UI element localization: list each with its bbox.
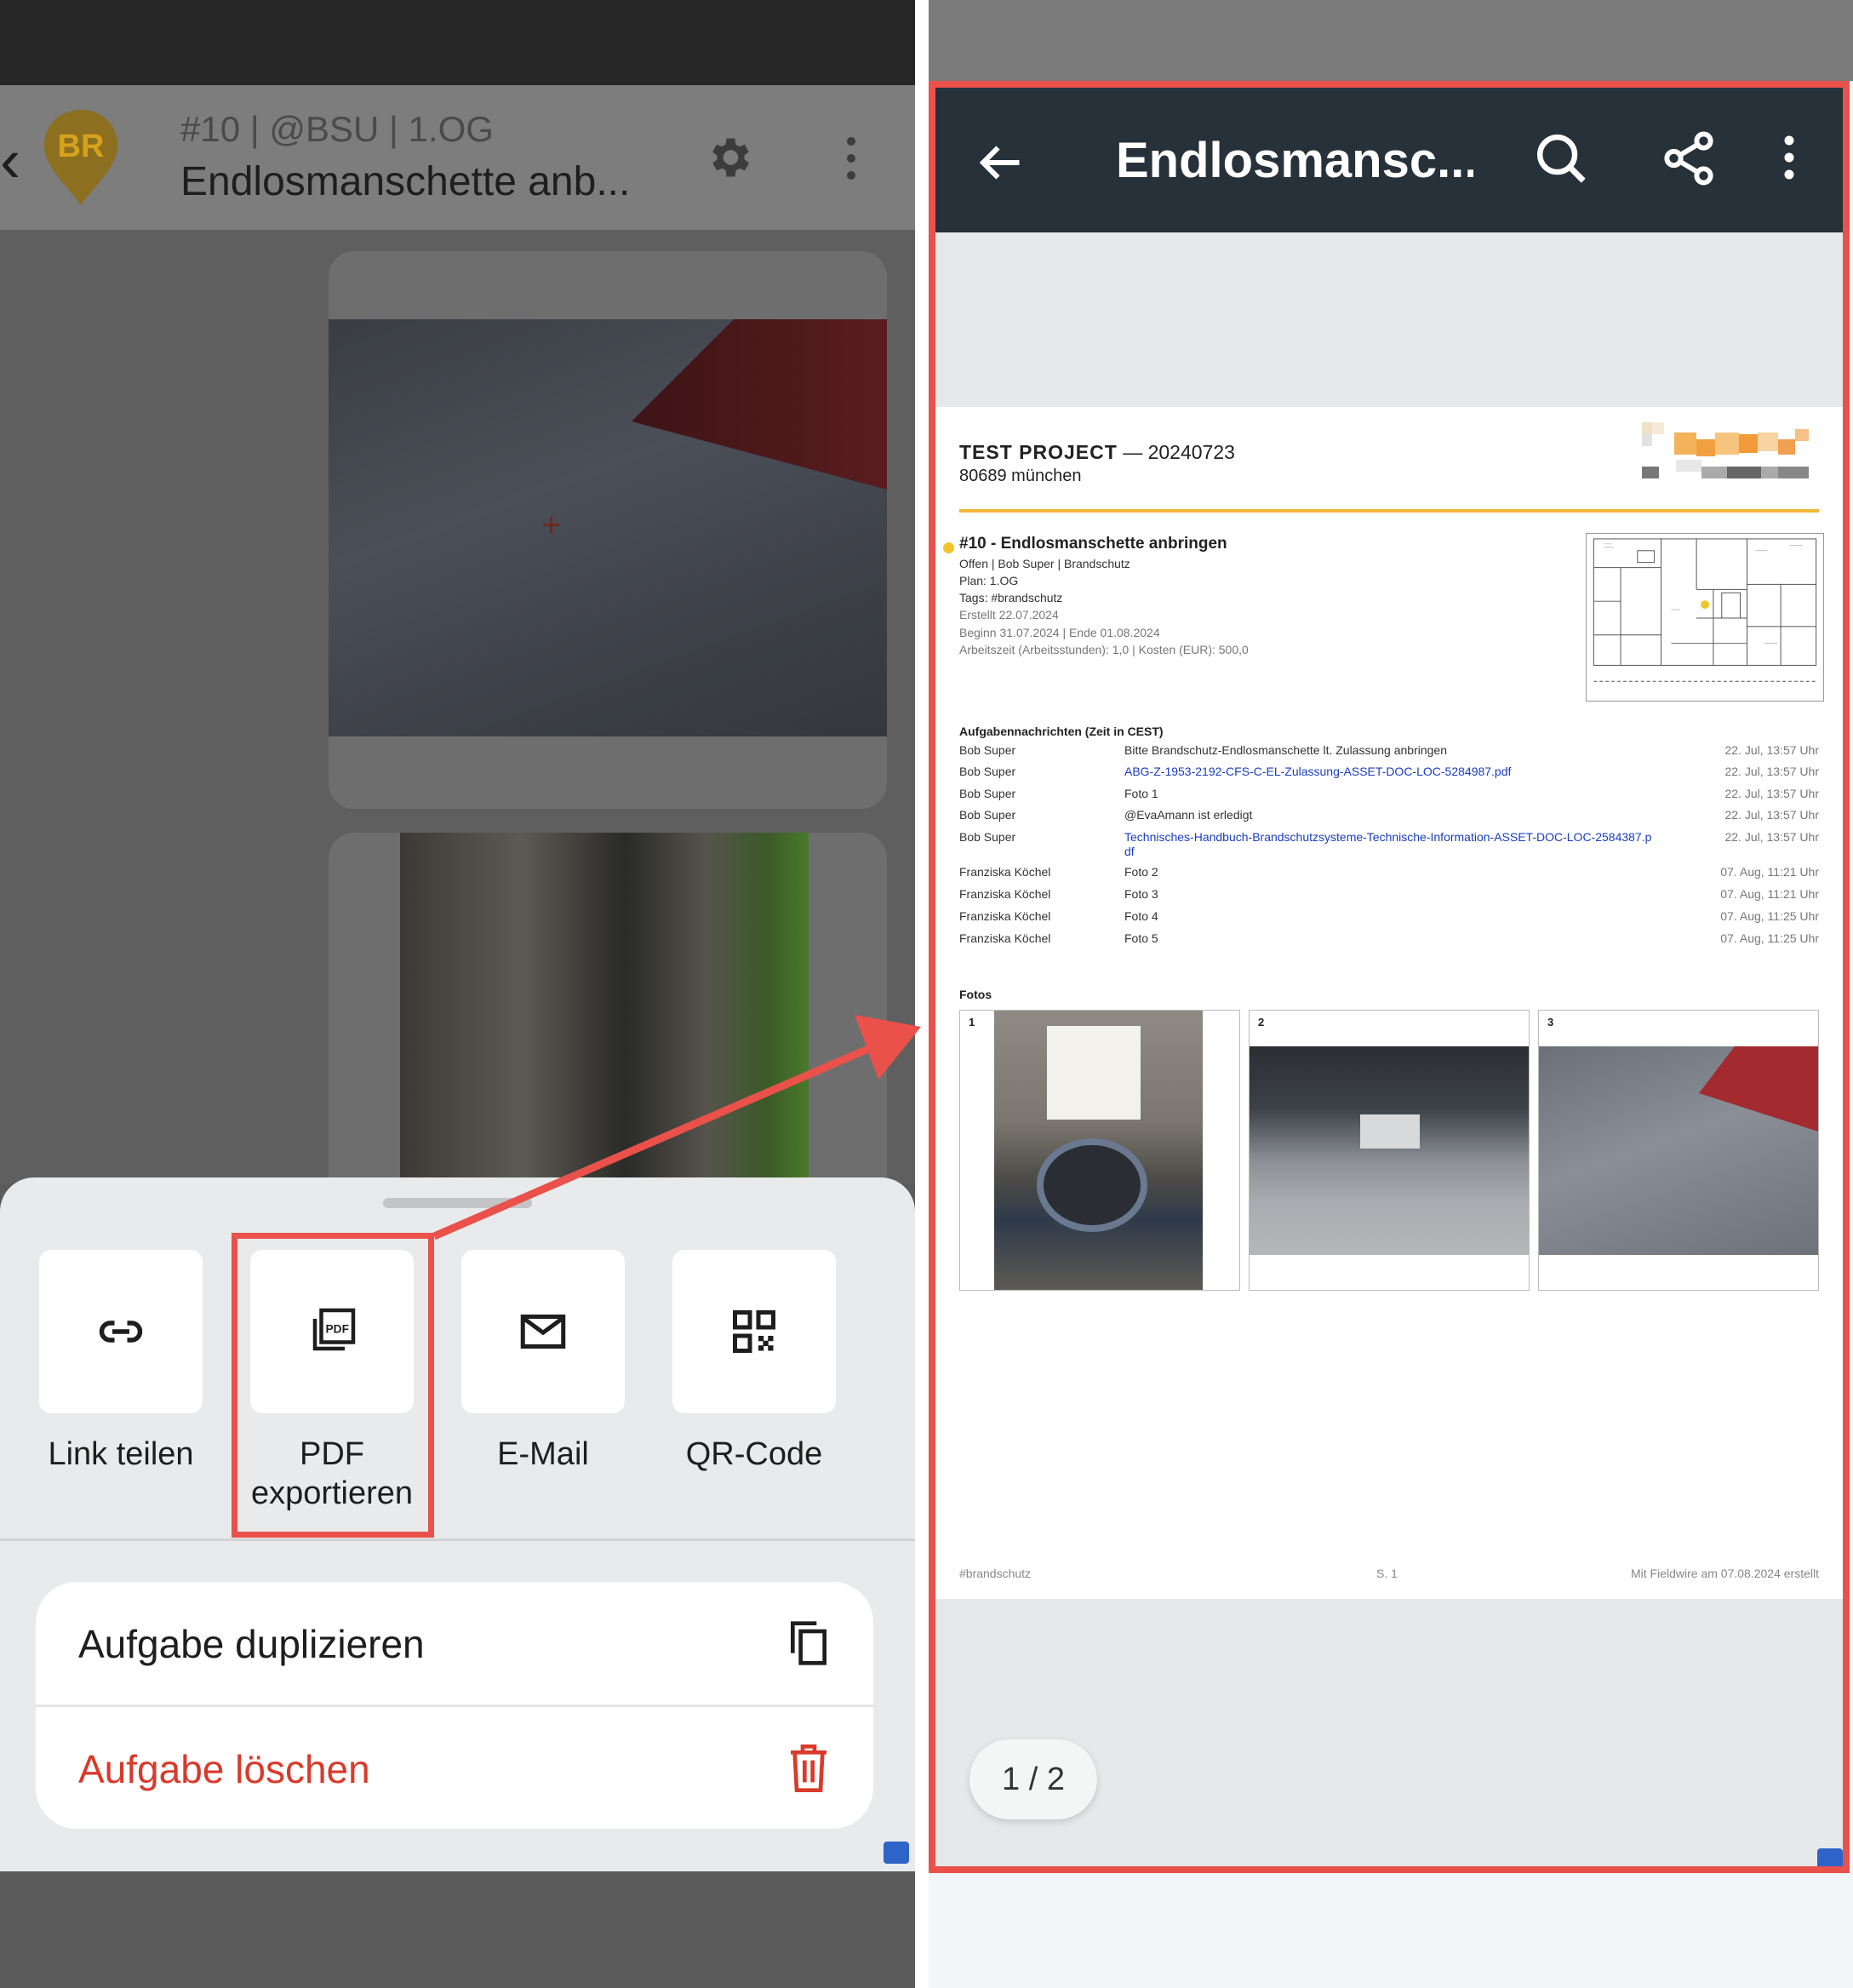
share-link-label: Link teilen [48, 1436, 194, 1472]
task-subtitle: #10 | @BSU | 1.OG [180, 109, 494, 149]
qr-code-button[interactable] [672, 1250, 836, 1413]
company-logo [1642, 422, 1809, 478]
message-row: Bob Super Foto 1 22. Jul, 13:57 Uhr [959, 787, 1819, 800]
task-meta-plan: Plan: 1.OG [959, 574, 1019, 587]
message-row: Bob Super Technisches-Handbuch-Brandschu… [959, 830, 1819, 859]
qr-code-label: QR-Code [685, 1436, 823, 1472]
project-name: TEST PROJECT [959, 441, 1118, 463]
project-city: 80689 münchen [959, 467, 1082, 485]
left-phone-screen: ‹ BR #10 | @BSU | 1.OG Endlosmanschette … [0, 0, 915, 1988]
ceiling-photo [1250, 1046, 1529, 1255]
task-actions-list: Aufgabe duplizieren Aufgabe löschen [36, 1582, 873, 1829]
footer-created-note: Mit Fieldwire am 07.08.2024 erstellt [1631, 1567, 1819, 1580]
header-rule [959, 509, 1819, 513]
task-meta-dates: Beginn 31.07.2024 | Ende 01.08.2024 [959, 626, 1160, 639]
more-vert-icon[interactable] [843, 135, 860, 182]
duplicate-task-button[interactable]: Aufgabe duplizieren [36, 1582, 873, 1704]
message-photo-card[interactable] [329, 833, 887, 1190]
pdf-page: TEST PROJECT — 20240723 80689 münchen #1… [935, 407, 1843, 1599]
sheet-drag-handle[interactable] [383, 1198, 532, 1208]
project-header: TEST PROJECT — 20240723 [959, 441, 1235, 464]
avatar: BR [41, 106, 121, 209]
bottom-bar [0, 1871, 915, 1988]
back-arrow-icon[interactable] [973, 137, 1027, 188]
concrete-floor-photo [1539, 1046, 1818, 1255]
share-bottom-sheet: Link teilen PDF PDF exportieren E-Mail Q… [0, 1177, 915, 1871]
message-row: Franziska Köchel Foto 5 07. Aug, 11:25 U… [959, 931, 1819, 945]
delete-task-label: Aufgabe löschen [78, 1747, 370, 1791]
message-row: Bob Super ABG-Z-1953-2192-CFS-C-EL-Zulas… [959, 765, 1819, 778]
share-icon[interactable] [1659, 129, 1719, 188]
pdf-viewer-toolbar: Endlosmansc... [935, 88, 1843, 232]
screen-divider [915, 0, 929, 1988]
task-meta-status: Offen | Bob Super | Brandschutz [959, 557, 1130, 570]
status-dot [943, 542, 954, 553]
message-row: Bob Super Bitte Brandschutz-Endlosmansch… [959, 743, 1819, 757]
attachment-link[interactable]: ABG-Z-1953-2192-CFS-C-EL-Zulassung-ASSET… [1124, 765, 1652, 778]
task-title: Endlosmanschette anb... [180, 159, 631, 204]
task-meta-tags: Tags: #brandschutz [959, 591, 1063, 604]
status-bar [0, 0, 915, 85]
message-row: Bob Super @EvaAmann ist erledigt 22. Jul… [959, 808, 1819, 822]
photo-tile: 2 [1249, 1010, 1530, 1291]
footer-page-number: S. 1 [1376, 1567, 1398, 1580]
share-link-button[interactable] [39, 1250, 203, 1413]
email-button[interactable] [461, 1250, 625, 1413]
attachment-link[interactable]: Technisches-Handbuch-Brandschutzsysteme-… [1124, 830, 1652, 859]
avatar-initials: BR [57, 129, 105, 164]
sheet-divider [0, 1538, 915, 1541]
search-icon[interactable] [1531, 129, 1591, 188]
briefcase-icon [884, 1842, 909, 1864]
messages-heading: Aufgabennachrichten (Zeit in CEST) [959, 725, 1164, 738]
photos-heading: Fotos [959, 988, 992, 1001]
concrete-floor-photo: + [329, 319, 887, 736]
page-indicator: 1 / 2 [969, 1739, 1097, 1819]
message-row: Franziska Köchel Foto 4 07. Aug, 11:25 U… [959, 909, 1819, 923]
photo-tile: 1 [959, 1010, 1240, 1291]
floor-plan-thumbnail [1586, 533, 1824, 702]
message-photo-card[interactable]: + [329, 251, 887, 809]
qr-code-icon [733, 1310, 775, 1353]
more-vert-icon[interactable] [1781, 132, 1798, 183]
task-meta-created: Erstellt 22.07.2024 [959, 608, 1059, 622]
back-chevron-icon[interactable]: ‹ [0, 126, 20, 196]
project-date: — 20240723 [1117, 441, 1235, 463]
trash-icon [791, 1745, 826, 1792]
mail-icon [520, 1315, 566, 1349]
copy-icon [791, 1621, 826, 1665]
task-meta-effort: Arbeitszeit (Arbeitsstunden): 1,0 | Kost… [959, 643, 1249, 656]
message-row: Franziska Köchel Foto 3 07. Aug, 11:21 U… [959, 887, 1819, 901]
duplicate-task-label: Aufgabe duplizieren [78, 1622, 425, 1666]
email-label: E-Mail [497, 1436, 589, 1472]
pdf-preview-highlight: Endlosmansc... TEST PROJECT — 20240723 8… [929, 81, 1850, 1873]
link-icon [99, 1321, 143, 1343]
photo-tile: 3 [1538, 1010, 1819, 1291]
wall-opening-photo [400, 833, 809, 1190]
right-phone-screen: Endlosmansc... TEST PROJECT — 20240723 8… [929, 0, 1853, 1988]
task-heading: #10 - Endlosmanschette anbringen [959, 535, 1227, 553]
delete-task-button[interactable]: Aufgabe löschen [36, 1707, 873, 1829]
gear-icon[interactable] [703, 132, 754, 183]
task-app-bar: ‹ [0, 85, 915, 230]
status-bar [929, 0, 1853, 81]
pdf-export-highlight [232, 1233, 434, 1538]
fire-sleeve-photo [994, 1011, 1203, 1290]
footer-tag: #brandschutz [959, 1567, 1032, 1580]
briefcase-icon [1817, 1848, 1843, 1866]
pdf-title: Endlosmansc... [1116, 133, 1473, 188]
message-row: Franziska Köchel Foto 2 07. Aug, 11:21 U… [959, 865, 1819, 879]
